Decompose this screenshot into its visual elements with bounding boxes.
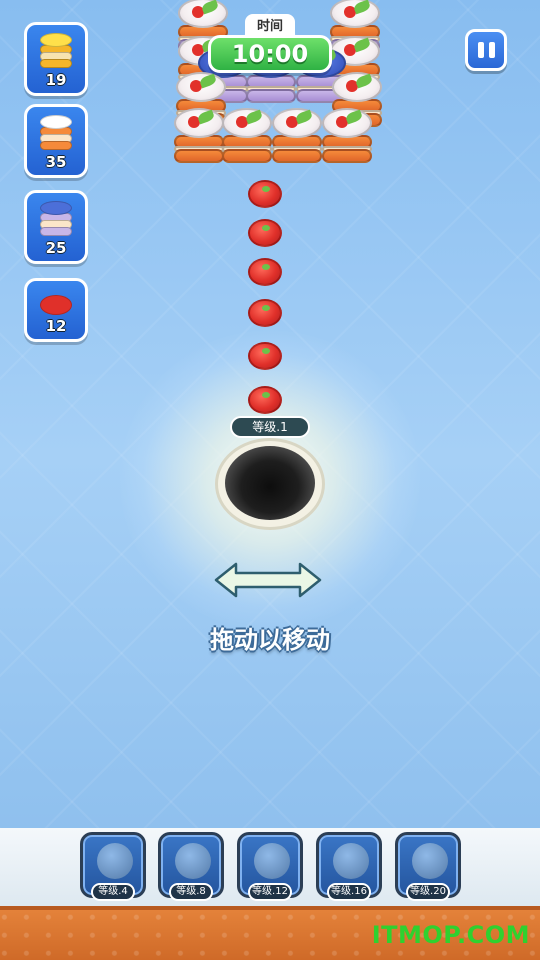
- powerup-stopwatch[interactable]: 等级.20: [395, 832, 461, 901]
- timer: 时间 10:00: [208, 14, 332, 73]
- timer-value: 10:00: [208, 35, 332, 73]
- magnet-ring-icon: [254, 843, 290, 879]
- goal-count: 25: [45, 239, 67, 257]
- pause-button[interactable]: [465, 29, 507, 71]
- lemon-cake-icon: [40, 33, 72, 71]
- goal-lemon-cake: 19: [24, 22, 88, 96]
- goal-count: 19: [45, 71, 67, 89]
- goal-count: 12: [45, 317, 67, 335]
- pause-icon: [477, 42, 484, 58]
- tomato-slice: [248, 219, 282, 247]
- powerup-level: 等级.20: [406, 883, 450, 901]
- tomato-slice: [248, 180, 282, 208]
- powerup-satellite[interactable]: 等级.8: [158, 832, 224, 901]
- powerup-level: 等级.16: [327, 883, 371, 901]
- hole-level-badge: 等级.1: [230, 416, 310, 438]
- powerup-level: 等级.12: [248, 883, 292, 901]
- powerup-vacuum[interactable]: 等级.4: [80, 832, 146, 901]
- cake-stack: [222, 108, 272, 163]
- goal-tomato-slice: 12: [24, 278, 88, 342]
- powerup-level: 等级.4: [91, 883, 135, 901]
- site-watermark: ITMOP.COM: [371, 921, 530, 949]
- left-right-arrow-icon: [214, 562, 322, 598]
- goal-strawberry-cake: 35: [24, 104, 88, 178]
- cake-stack: [174, 108, 224, 163]
- player-hole[interactable]: [225, 446, 315, 520]
- powerup-magnet[interactable]: 等级.12: [237, 832, 303, 901]
- drag-hint-text: 拖动以移动: [210, 626, 330, 654]
- satellite-dish-icon: [175, 843, 211, 879]
- cake-stack: [272, 108, 322, 163]
- cake-stack: [322, 108, 372, 163]
- goal-count: 35: [45, 153, 67, 171]
- tomato-slice: [248, 386, 282, 414]
- tomato-slice: [248, 342, 282, 370]
- pause-icon: [488, 42, 495, 58]
- goal-blueberry-cake: 25: [24, 190, 88, 264]
- stopwatch-icon: [412, 843, 448, 879]
- tomato-slice: [248, 299, 282, 327]
- shield-lightning-icon: [333, 843, 369, 879]
- strawberry-cake-icon: [40, 115, 72, 153]
- timer-label: 时间: [244, 14, 295, 35]
- vacuum-icon: [97, 843, 133, 879]
- blueberry-cake-icon: [40, 201, 72, 239]
- tomato-slice: [248, 258, 282, 286]
- powerup-shield[interactable]: 等级.16: [316, 832, 382, 901]
- powerup-level: 等级.8: [169, 883, 213, 901]
